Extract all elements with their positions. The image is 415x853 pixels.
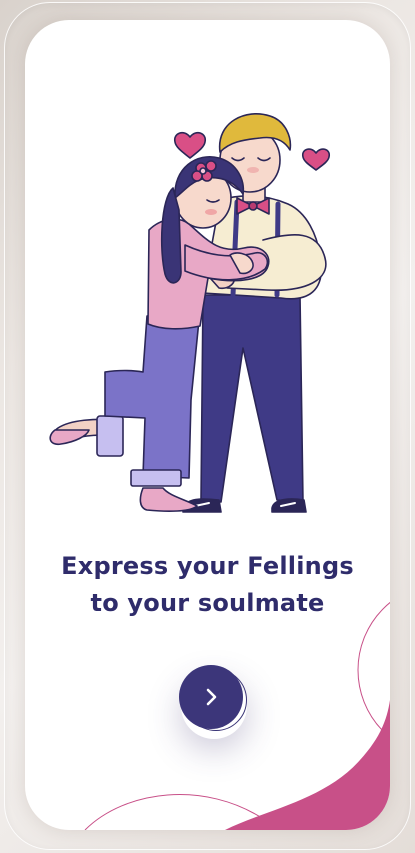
onboarding-headline: Express your Fellings to your soulmate	[25, 548, 390, 622]
heart-icon	[174, 131, 206, 159]
couple-hug-illustration	[49, 112, 331, 513]
chevron-right-icon	[206, 688, 217, 706]
headline-line-1: Express your Fellings	[61, 552, 354, 580]
next-button[interactable]	[179, 665, 243, 729]
heart-icon	[301, 148, 331, 171]
onboarding-screen: Express your Fellings to your soulmate	[25, 20, 390, 830]
headline-line-2: to your soulmate	[90, 589, 325, 617]
next-button-group	[179, 665, 247, 731]
